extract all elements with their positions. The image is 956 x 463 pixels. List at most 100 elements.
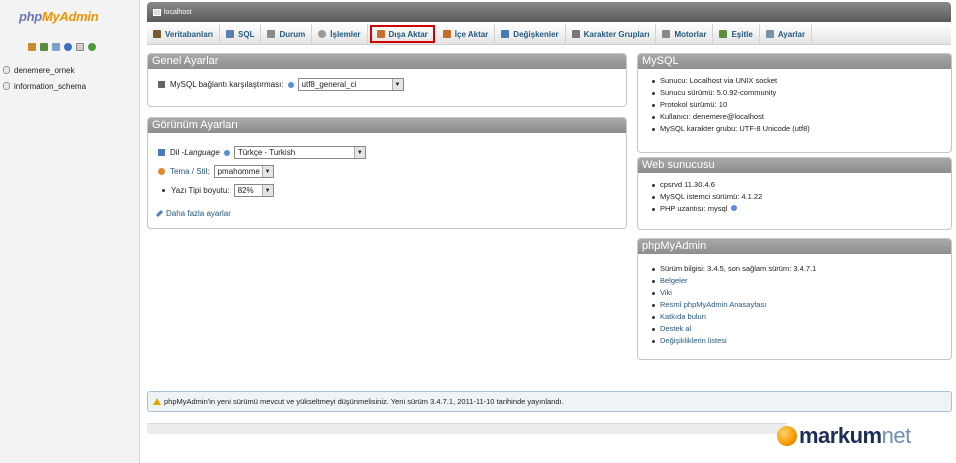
reload-icon[interactable] bbox=[88, 43, 96, 51]
language-select[interactable]: Türkçe - Turkish ▼ bbox=[233, 146, 366, 159]
database-item[interactable]: information_schema bbox=[3, 78, 86, 94]
tab-label: Değişkenler bbox=[513, 29, 559, 39]
help-icon[interactable] bbox=[731, 205, 738, 211]
language-label-italic: Language bbox=[184, 148, 220, 157]
settings-icon bbox=[765, 30, 774, 38]
tab-status[interactable]: Durum bbox=[261, 24, 313, 44]
server-icon bbox=[153, 8, 161, 16]
navigation-frame: phpMyAdmin denemere_ornek information_sc… bbox=[0, 0, 140, 463]
version-notice: phpMyAdmin'in yeni sürümü mevcut ve yüks… bbox=[147, 391, 952, 412]
export-icon bbox=[376, 30, 385, 38]
panel-title: Genel Ayarlar bbox=[148, 54, 626, 69]
wiki-link[interactable]: Viki bbox=[652, 287, 941, 299]
sql-icon[interactable] bbox=[52, 43, 60, 51]
language-value: Türkçe - Turkish bbox=[237, 148, 296, 157]
tab-engines[interactable]: Motorlar bbox=[656, 24, 714, 44]
database-icon bbox=[3, 82, 10, 90]
list-item: PHP uzantısı: mysql bbox=[652, 203, 941, 215]
help-icon[interactable] bbox=[223, 149, 230, 156]
tab-label: Karakter Grupları bbox=[583, 29, 650, 39]
navigation-icons bbox=[28, 43, 96, 51]
changelog-link[interactable]: Değişikliklerin listesi bbox=[652, 335, 941, 347]
collation-select[interactable]: utf8_general_ci ▼ bbox=[297, 78, 404, 91]
version-info: Sürüm bilgisi: 3.4.5, son sağlam sürüm: … bbox=[652, 263, 941, 275]
chevron-down-icon: ▼ bbox=[353, 147, 365, 158]
php-extension-text: PHP uzantısı: mysql bbox=[660, 204, 728, 213]
main-tabs: Veritabanları SQL Durum İşlemler Dışa Ak… bbox=[147, 24, 951, 45]
sql-icon bbox=[226, 30, 235, 38]
tab-label: Durum bbox=[279, 29, 306, 39]
font-size-row: Yazı Tipi boyutu: 82% ▼ bbox=[158, 181, 616, 200]
collation-row: MySQL bağlantı karşılaştırması: utf8_gen… bbox=[158, 75, 616, 94]
support-link[interactable]: Destek al bbox=[652, 323, 941, 335]
panel-title: Görünüm Ayarları bbox=[148, 118, 626, 133]
language-label: Dil - bbox=[170, 148, 185, 157]
more-settings-link[interactable]: Daha fazla ayarlar bbox=[166, 209, 231, 218]
database-icon bbox=[3, 66, 10, 74]
list-item: Kullanıcı: denemere@localhost bbox=[652, 111, 941, 123]
font-size-value: 82% bbox=[237, 186, 254, 195]
logo-php: php bbox=[19, 9, 42, 24]
general-settings-panel: Genel Ayarlar MySQL bağlantı karşılaştır… bbox=[147, 53, 627, 107]
list-item: MySQL karakter grubu: UTF-8 Unicode (utf… bbox=[652, 123, 941, 135]
query-icon[interactable] bbox=[40, 43, 48, 51]
databases-icon bbox=[153, 30, 161, 38]
tab-charsets[interactable]: Karakter Grupları bbox=[566, 24, 657, 44]
content-frame: localhost Veritabanları SQL Durum İşleml… bbox=[141, 0, 956, 463]
panel-title: MySQL bbox=[638, 54, 951, 69]
database-name[interactable]: denemere_ornek bbox=[14, 66, 74, 75]
contribute-link[interactable]: Katkıda bulun bbox=[652, 311, 941, 323]
tab-export[interactable]: Dışa Aktar bbox=[369, 25, 435, 43]
language-row: Dil - Language Türkçe - Turkish ▼ bbox=[158, 143, 616, 162]
server-name[interactable]: localhost bbox=[164, 9, 192, 16]
list-item: cpsrvd 11.30.4.6 bbox=[652, 179, 941, 191]
theme-icon bbox=[158, 168, 165, 175]
status-icon bbox=[267, 30, 276, 38]
docs-link[interactable]: Belgeler bbox=[652, 275, 941, 287]
theme-select[interactable]: pmahomme ▼ bbox=[213, 165, 274, 178]
tab-label: Motorlar bbox=[674, 29, 707, 39]
server-breadcrumb: localhost bbox=[147, 2, 951, 22]
list-item: MySQL istemci sürümü: 4.1.22 bbox=[652, 191, 941, 203]
database-item[interactable]: denemere_ornek bbox=[3, 62, 86, 78]
collation-value: utf8_general_ci bbox=[301, 80, 357, 89]
chevron-down-icon: ▼ bbox=[391, 79, 403, 90]
footer-bar bbox=[147, 423, 787, 434]
appearance-settings-panel: Görünüm Ayarları Dil - Language Türkçe -… bbox=[147, 117, 627, 229]
tab-sql[interactable]: SQL bbox=[220, 24, 262, 44]
list-item: Sunucu: Localhost via UNIX socket bbox=[652, 75, 941, 87]
tab-label: Ayarlar bbox=[777, 29, 806, 39]
panel-title: phpMyAdmin bbox=[638, 239, 951, 254]
font-size-select[interactable]: 82% ▼ bbox=[233, 184, 274, 197]
tab-settings[interactable]: Ayarlar bbox=[760, 24, 813, 44]
logo-my: My bbox=[41, 9, 60, 24]
chevron-down-icon: ▼ bbox=[261, 185, 273, 196]
tab-variables[interactable]: Değişkenler bbox=[495, 24, 566, 44]
notice-text: phpMyAdmin'in yeni sürümü mevcut ve yüks… bbox=[164, 397, 564, 406]
more-settings-row: Daha fazla ayarlar bbox=[155, 204, 616, 223]
wrench-icon bbox=[155, 209, 164, 218]
help-icon[interactable] bbox=[287, 81, 294, 88]
help-icon[interactable] bbox=[64, 43, 72, 51]
list-item: Sunucu sürümü: 5.0.92-community bbox=[652, 87, 941, 99]
chevron-down-icon: ▼ bbox=[261, 166, 273, 177]
logo-admin: Admin bbox=[59, 9, 99, 24]
homepage-link[interactable]: Resmî phpMyAdmin Anasayfası bbox=[652, 299, 941, 311]
watermark-suffix: net bbox=[881, 423, 912, 448]
theme-row: Tema / Stil: pmahomme ▼ bbox=[158, 162, 616, 181]
tab-databases[interactable]: Veritabanları bbox=[147, 24, 221, 44]
collation-label: MySQL bağlantı karşılaştırması: bbox=[170, 80, 284, 89]
theme-link[interactable]: Tema / Stil: bbox=[170, 167, 210, 176]
home-icon[interactable] bbox=[28, 43, 36, 51]
watermark-brand: markum bbox=[799, 423, 882, 448]
tab-label: Eşitle bbox=[731, 29, 753, 39]
docs-icon[interactable] bbox=[76, 43, 84, 51]
database-name[interactable]: information_schema bbox=[14, 82, 86, 91]
tab-processes[interactable]: İşlemler bbox=[312, 24, 368, 44]
tab-sync[interactable]: Eşitle bbox=[713, 24, 760, 44]
tab-label: İçe Aktar bbox=[454, 29, 489, 39]
tab-import[interactable]: İçe Aktar bbox=[437, 24, 496, 44]
panel-title: Web sunucusu bbox=[638, 158, 951, 173]
phpmyadmin-logo[interactable]: phpMyAdmin bbox=[19, 9, 99, 24]
language-icon bbox=[158, 149, 165, 156]
